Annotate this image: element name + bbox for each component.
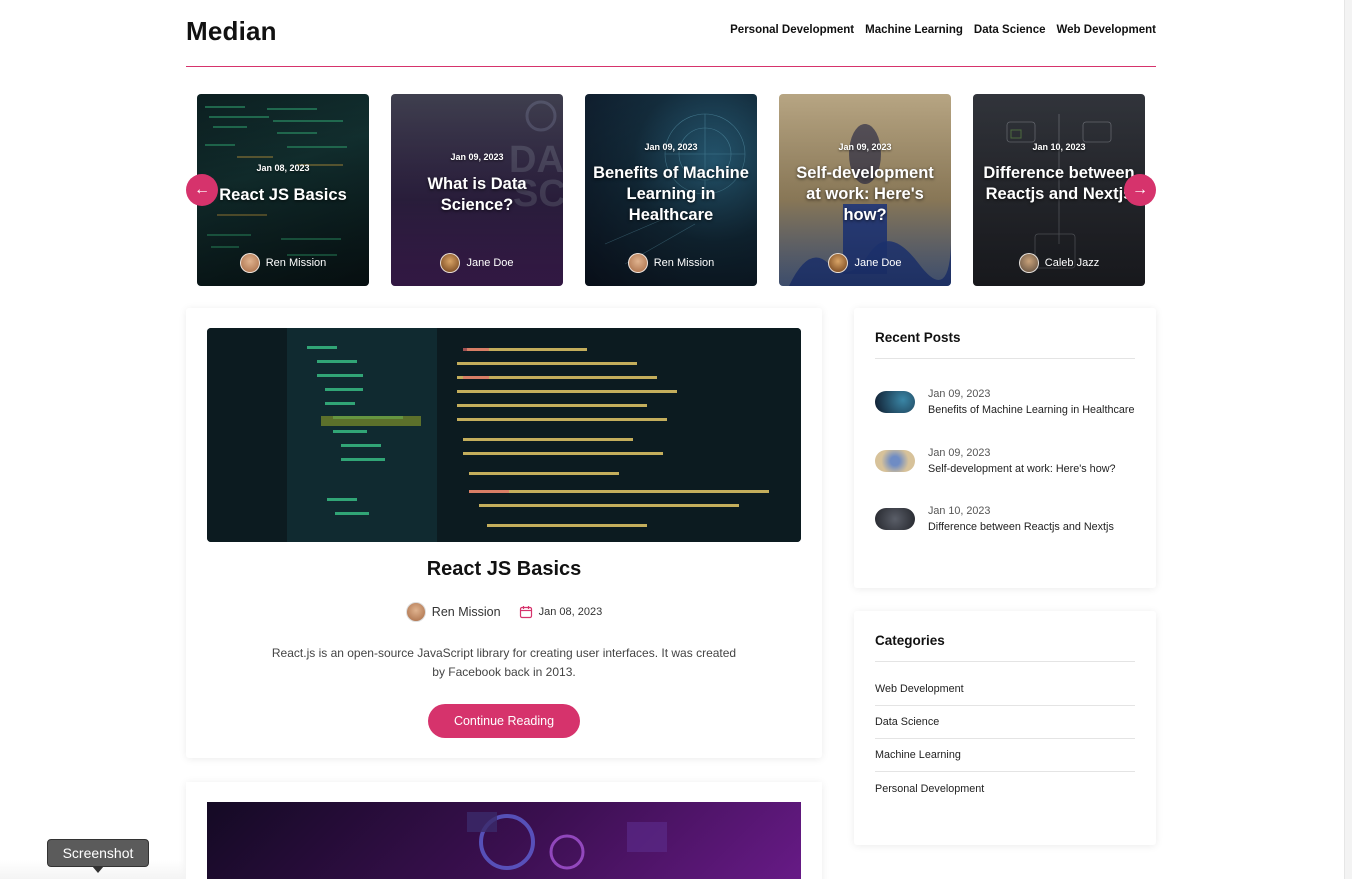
recent-post-date: Jan 09, 2023 <box>928 447 991 459</box>
card-title[interactable]: What is Data Science? <box>399 174 555 216</box>
post-image[interactable] <box>207 328 801 542</box>
author-name: Ren Mission <box>431 605 501 619</box>
card-date: Jan 09, 2023 <box>450 152 504 162</box>
recent-post-thumb <box>875 450 915 472</box>
recent-post-thumb <box>875 391 915 413</box>
carousel-card[interactable]: DA SC Jan 09, 2023 What is Data Science?… <box>391 94 563 286</box>
avatar <box>405 602 426 622</box>
nav-personal-development[interactable]: Personal Development <box>730 24 854 36</box>
card-title[interactable]: Benefits of Machine Learning in Healthca… <box>593 163 749 226</box>
recent-post-date: Jan 09, 2023 <box>928 388 991 400</box>
card-date: Jan 09, 2023 <box>644 142 698 152</box>
categories-widget: Categories Web Development Data Science … <box>854 611 1156 845</box>
card-date: Jan 08, 2023 <box>256 163 310 173</box>
recent-post-item[interactable]: Jan 09, 2023 Self-development at work: H… <box>875 445 1135 477</box>
card-author: Ren Mission <box>197 253 369 273</box>
recent-posts-heading: Recent Posts <box>875 330 961 345</box>
post-excerpt: React.js is an open-source JavaScript li… <box>271 646 737 679</box>
post-meta: Ren Mission Jan 08, 2023 <box>186 602 822 622</box>
nav-machine-learning[interactable]: Machine Learning <box>865 24 963 36</box>
site-logo[interactable]: Median <box>186 16 277 47</box>
carousel-card[interactable]: Jan 09, 2023 Benefits of Machine Learnin… <box>585 94 757 286</box>
recent-post-title[interactable]: Difference between Reactjs and Nextjs <box>928 519 1114 535</box>
calendar-icon <box>519 606 532 619</box>
carousel-card[interactable]: Jan 09, 2023 Self-development at work: H… <box>779 94 951 286</box>
category-link[interactable]: Personal Development <box>875 772 1135 805</box>
arrow-left-icon: ← <box>194 181 210 198</box>
card-title[interactable]: React JS Basics <box>205 185 361 206</box>
recent-post-date: Jan 10, 2023 <box>928 505 991 517</box>
nav-web-development[interactable]: Web Development <box>1057 24 1156 36</box>
post-card: React JS Basics Ren Mission Jan 08, 2023… <box>186 308 822 758</box>
screenshot-tooltip: Screenshot <box>47 839 149 873</box>
carousel-next-button[interactable]: → <box>1124 174 1156 206</box>
avatar <box>627 253 648 273</box>
post-image[interactable] <box>207 802 801 879</box>
carousel-prev-button[interactable]: ← <box>186 174 218 206</box>
avatar <box>440 253 461 273</box>
card-author: Jane Doe <box>779 253 951 273</box>
category-link[interactable]: Web Development <box>875 673 1135 706</box>
category-link[interactable]: Machine Learning <box>875 739 1135 772</box>
carousel-card[interactable]: Jan 08, 2023 React JS Basics Ren Mission <box>197 94 369 286</box>
featured-carousel: Jan 08, 2023 React JS Basics Ren Mission… <box>186 94 1156 286</box>
avatar <box>1018 253 1039 273</box>
main-nav: Personal Development Machine Learning Da… <box>730 24 1156 36</box>
card-title[interactable]: Self-development at work: Here's how? <box>787 163 943 226</box>
recent-post-item[interactable]: Jan 09, 2023 Benefits of Machine Learnin… <box>875 386 1135 418</box>
nav-data-science[interactable]: Data Science <box>974 24 1046 36</box>
author-name: Ren Mission <box>265 257 327 269</box>
recent-post-title[interactable]: Benefits of Machine Learning in Healthca… <box>928 402 1134 418</box>
card-date: Jan 10, 2023 <box>1032 142 1086 152</box>
post-card <box>186 782 822 879</box>
continue-reading-button[interactable]: Continue Reading <box>428 704 580 738</box>
arrow-right-icon: → <box>1132 181 1148 198</box>
avatar <box>239 253 260 273</box>
recent-post-item[interactable]: Jan 10, 2023 Difference between Reactjs … <box>875 503 1135 535</box>
card-author: Ren Mission <box>585 253 757 273</box>
post-author: Ren Mission <box>405 602 501 622</box>
recent-post-thumb <box>875 508 915 530</box>
carousel-card[interactable]: Jan 10, 2023 Difference between Reactjs … <box>973 94 1145 286</box>
post-title[interactable]: React JS Basics <box>186 558 822 581</box>
avatar <box>828 253 849 273</box>
post-date: Jan 08, 2023 <box>519 605 603 619</box>
page-scrollbar[interactable] <box>1344 0 1352 879</box>
site-header: Median Personal Development Machine Lear… <box>186 0 1156 67</box>
recent-posts-widget: Recent Posts Jan 09, 2023 Benefits of Ma… <box>854 308 1156 588</box>
author-name: Jane Doe <box>854 257 902 269</box>
date-text: Jan 08, 2023 <box>538 606 603 618</box>
categories-heading: Categories <box>875 633 945 648</box>
author-name: Caleb Jazz <box>1044 257 1100 269</box>
card-date: Jan 09, 2023 <box>838 142 892 152</box>
card-author: Jane Doe <box>391 253 563 273</box>
author-name: Ren Mission <box>653 257 715 269</box>
card-title[interactable]: Difference between Reactjs and Nextjs <box>981 163 1137 205</box>
recent-post-title[interactable]: Self-development at work: Here's how? <box>928 461 1116 477</box>
author-name: Jane Doe <box>466 257 514 269</box>
card-author: Caleb Jazz <box>973 253 1145 273</box>
category-link[interactable]: Data Science <box>875 706 1135 739</box>
